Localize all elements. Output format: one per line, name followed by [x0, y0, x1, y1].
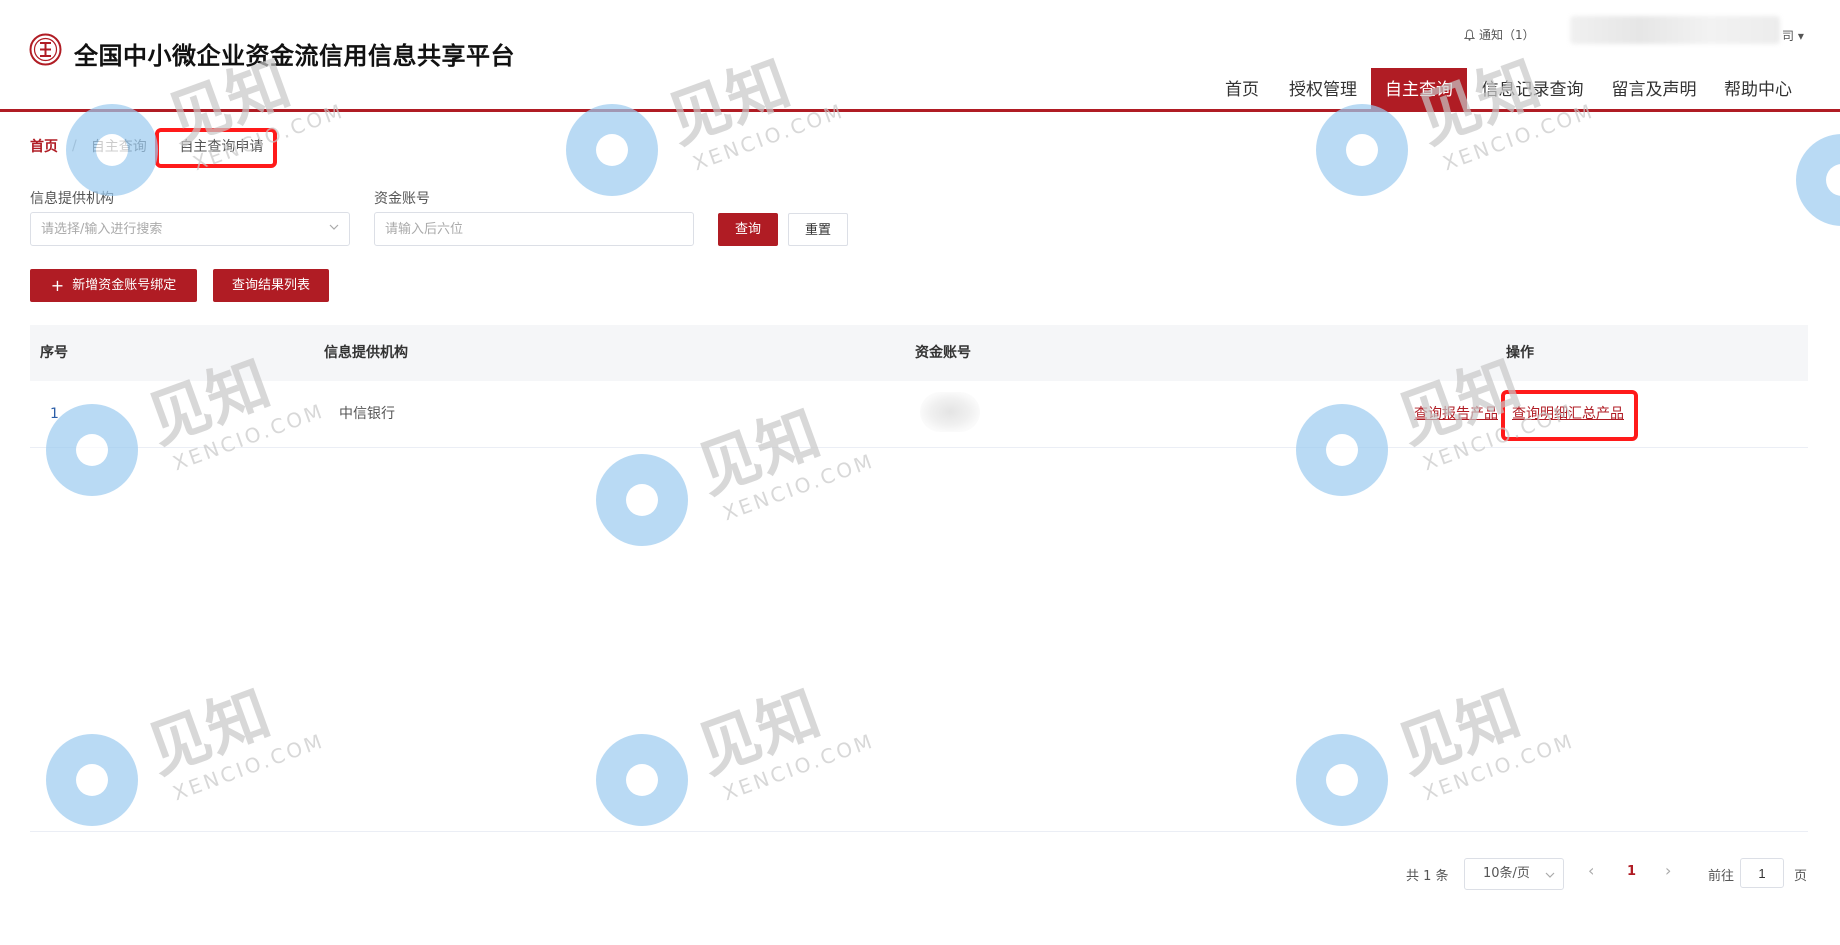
goto-page-field[interactable]: [1740, 858, 1784, 888]
provider-label: 信息提供机构: [30, 191, 114, 207]
col-account: 资金账号: [915, 345, 971, 361]
content-divider: [30, 831, 1808, 832]
table-header: 序号 信息提供机构 资金账号 操作: [30, 325, 1808, 381]
svg-text:见知: 见知: [688, 676, 830, 787]
account-input-wrapper: [374, 212, 694, 246]
highlight-box-breadcrumb: [155, 128, 277, 168]
nav-self-query[interactable]: 自主查询: [1371, 68, 1467, 112]
user-name-redacted: [1570, 16, 1780, 44]
account-number-redacted: [920, 392, 980, 432]
nav-messages[interactable]: 留言及声明: [1610, 68, 1698, 112]
notification-label: 通知（1）: [1479, 28, 1535, 42]
page-size-value: 10条/页: [1483, 866, 1530, 881]
svg-text:见知: 见知: [1388, 676, 1530, 787]
svg-text:见知: 见知: [138, 676, 280, 787]
highlight-box-detail-link: [1501, 390, 1638, 441]
platform-logo-icon: [29, 33, 62, 66]
prev-page-button[interactable]: ‹: [1588, 861, 1594, 880]
svg-text:XENCIO.COM: XENCIO.COM: [170, 728, 328, 805]
breadcrumb-separator: /: [72, 138, 77, 154]
nav-record-query[interactable]: 信息记录查询: [1480, 68, 1585, 112]
next-page-button[interactable]: ›: [1665, 861, 1671, 880]
query-button[interactable]: 查询: [718, 213, 778, 246]
nav-home[interactable]: 首页: [1222, 68, 1262, 112]
chevron-down-icon: [1545, 872, 1555, 878]
account-label: 资金账号: [374, 191, 430, 207]
goto-suffix: 页: [1794, 869, 1808, 884]
account-input[interactable]: [375, 213, 693, 245]
query-report-product-link[interactable]: 查询报告产品: [1414, 381, 1498, 448]
svg-text:XENCIO.COM: XENCIO.COM: [720, 448, 878, 525]
query-result-list-button[interactable]: 查询结果列表: [213, 269, 329, 302]
breadcrumb-home[interactable]: 首页: [30, 136, 58, 156]
notification-link[interactable]: 通知（1）: [1464, 26, 1535, 43]
site-title: 全国中小微企业资金流信用信息共享平台: [74, 42, 515, 70]
reset-button[interactable]: 重置: [788, 213, 848, 246]
chevron-down-icon: [329, 224, 339, 230]
add-account-binding-button[interactable]: + 新增资金账号绑定: [30, 269, 197, 302]
pagination-total: 共 1 条: [1406, 869, 1449, 884]
top-header: 全国中小微企业资金流信用信息共享平台 通知（1） 司 ▾ 首页 授权管理 自主查…: [0, 0, 1840, 112]
user-menu-toggle[interactable]: 司 ▾: [1782, 27, 1804, 44]
col-operation: 操作: [1506, 345, 1534, 361]
breadcrumb-self-query[interactable]: 自主查询: [91, 136, 147, 156]
nav-help[interactable]: 帮助中心: [1722, 68, 1794, 112]
cell-index: 1: [50, 406, 59, 422]
col-index: 序号: [40, 345, 68, 361]
watermark-stamp: 见知XENCIO.COM: [46, 676, 328, 826]
watermark-stamp: 见知XENCIO.COM: [596, 676, 878, 826]
plus-icon: +: [50, 276, 65, 295]
svg-text:XENCIO.COM: XENCIO.COM: [1420, 728, 1578, 805]
provider-select[interactable]: [30, 212, 350, 246]
goto-page-input[interactable]: [1741, 859, 1783, 887]
svg-text:XENCIO.COM: XENCIO.COM: [720, 728, 878, 805]
page-size-select[interactable]: 10条/页: [1464, 858, 1564, 890]
provider-select-input[interactable]: [31, 213, 349, 245]
watermark-stamp: 见知XENCIO.COM: [1296, 676, 1578, 826]
goto-label: 前往: [1708, 869, 1735, 884]
bell-icon: [1464, 28, 1475, 41]
page-number-current[interactable]: 1: [1627, 864, 1636, 879]
cell-provider: 中信银行: [339, 406, 395, 422]
nav-authorization[interactable]: 授权管理: [1288, 68, 1358, 112]
col-provider: 信息提供机构: [324, 345, 408, 361]
add-account-binding-label: 新增资金账号绑定: [72, 278, 177, 293]
